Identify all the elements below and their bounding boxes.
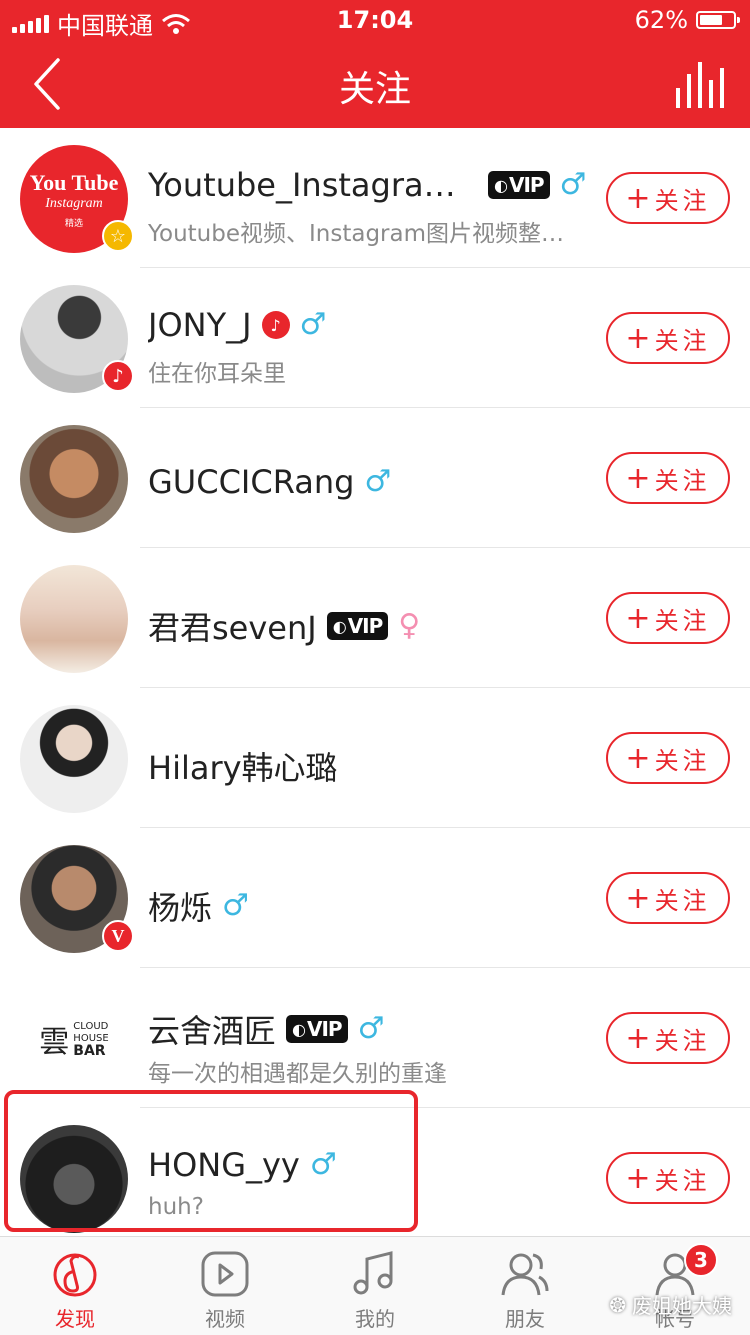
watermark-text: 废姐她大姨 [632,1294,732,1318]
user-description: Youtube视频、Instagram图片视频整… [148,221,564,247]
follow-button[interactable]: + 关注 [606,452,730,504]
follow-button[interactable]: + 关注 [606,732,730,784]
male-icon: ♂ [309,1147,337,1182]
list-item[interactable]: Hilary韩心璐 + 关注 [0,688,750,828]
tab-discover[interactable]: 发现 [0,1237,150,1335]
music-badge-icon: ♪ [102,360,134,392]
back-arrow-icon[interactable] [26,56,76,112]
tab-label: 发现 [55,1307,95,1331]
now-playing-icon[interactable] [676,62,726,108]
user-description: 每一次的相遇都是久别的重逢 [148,1061,447,1087]
tab-label: 朋友 [505,1307,545,1331]
user-name: Hilary韩心璐 [148,749,338,787]
vip-badge: ◐ VIP [326,612,389,640]
user-description: 住在你耳朵里 [148,361,286,387]
list-item[interactable]: 君君sevenJ ◐ VIP ♀ + 关注 [0,548,750,688]
video-play-icon [201,1251,249,1297]
logo-line: CLOUD [73,1021,109,1032]
page-title: 关注 [338,69,411,110]
user-name: 君君sevenJ [148,609,317,647]
user-description: huh? [148,1194,204,1220]
tab-bar: 发现 视频 我的 朋友 帐号 3 [0,1236,750,1335]
logo-line: BAR [73,1043,106,1059]
male-icon: ♂ [364,464,392,499]
follow-button[interactable]: + 关注 [606,1152,730,1204]
user-name: 杨烁 [148,889,213,927]
follow-button[interactable]: + 关注 [606,872,730,924]
tab-label: 我的 [355,1307,395,1331]
music-note-icon [353,1251,393,1295]
avatar[interactable]: 雲 CLOUD HOUSE BAR [20,985,128,1093]
female-icon: ♀ [398,608,421,643]
cloud-house-logo-icon: 雲 [39,1026,70,1059]
wechat-icon: ❂ [609,1292,626,1317]
battery-icon [696,11,740,29]
male-icon: ♂ [559,167,587,202]
follow-button[interactable]: + 关注 [606,312,730,364]
male-icon: ♂ [357,1011,385,1046]
netease-music-icon [53,1253,97,1297]
male-icon: ♂ [299,307,327,342]
avatar-logo-text: You Tube [29,169,119,195]
status-bar: 中国联通 17:04 62% [0,0,750,40]
male-icon: ♂ [222,888,249,923]
follow-button[interactable]: + 关注 [606,592,730,644]
vip-badge: ◐ VIP [286,1015,348,1043]
avatar[interactable] [20,1125,128,1233]
tab-account[interactable]: 帐号 3 [600,1237,750,1335]
battery-percent: 62% [634,6,688,34]
list-item[interactable]: V 杨烁 ♂ + 关注 [0,828,750,968]
avatar[interactable] [20,425,128,533]
star-badge-icon: ☆ [102,220,134,252]
list-item[interactable]: 雲 CLOUD HOUSE BAR 云舍酒匠 ◐ VIP ♂ 每一次的相遇都是久别… [0,968,750,1108]
user-name: 云舍酒匠 [148,1012,277,1050]
tab-label: 视频 [205,1307,245,1331]
avatar-logo-caption: 精选 [64,218,83,229]
user-name: GUCCICRang [148,463,355,501]
avatar[interactable] [20,565,128,673]
following-list: You Tube Instagram 精选 ☆ Youtube_Instagra… [0,128,750,1248]
avatar[interactable] [20,705,128,813]
list-item[interactable]: You Tube Instagram 精选 ☆ Youtube_Instagra… [0,128,750,268]
tab-mine[interactable]: 我的 [300,1237,450,1335]
user-name: JONY_J [148,306,252,344]
user-name: Youtube_Instagram… [148,166,478,204]
tab-friends[interactable]: 朋友 [450,1237,600,1335]
follow-button[interactable]: + 关注 [606,1012,730,1064]
user-name: HONG_yy [148,1146,300,1184]
nav-bar: 关注 [0,40,750,128]
friends-icon [501,1253,549,1296]
list-item[interactable]: ♪ JONY_J ♪ ♂ 住在你耳朵里 + 关注 [0,268,750,408]
notification-badge: 3 [684,1243,718,1277]
avatar-logo-subtext: Instagram [45,195,103,211]
list-item[interactable]: GUCCICRang ♂ + 关注 [0,408,750,548]
musician-badge-icon: ♪ [261,311,290,339]
follow-button[interactable]: + 关注 [606,172,730,224]
tab-video[interactable]: 视频 [150,1237,300,1335]
verified-badge: V [102,920,134,952]
watermark: ❂ 废姐她大姨 [609,1290,732,1319]
list-item[interactable]: HONG_yy ♂ huh? + 关注 [0,1108,750,1248]
vip-badge: ◐ VIP [488,171,550,199]
